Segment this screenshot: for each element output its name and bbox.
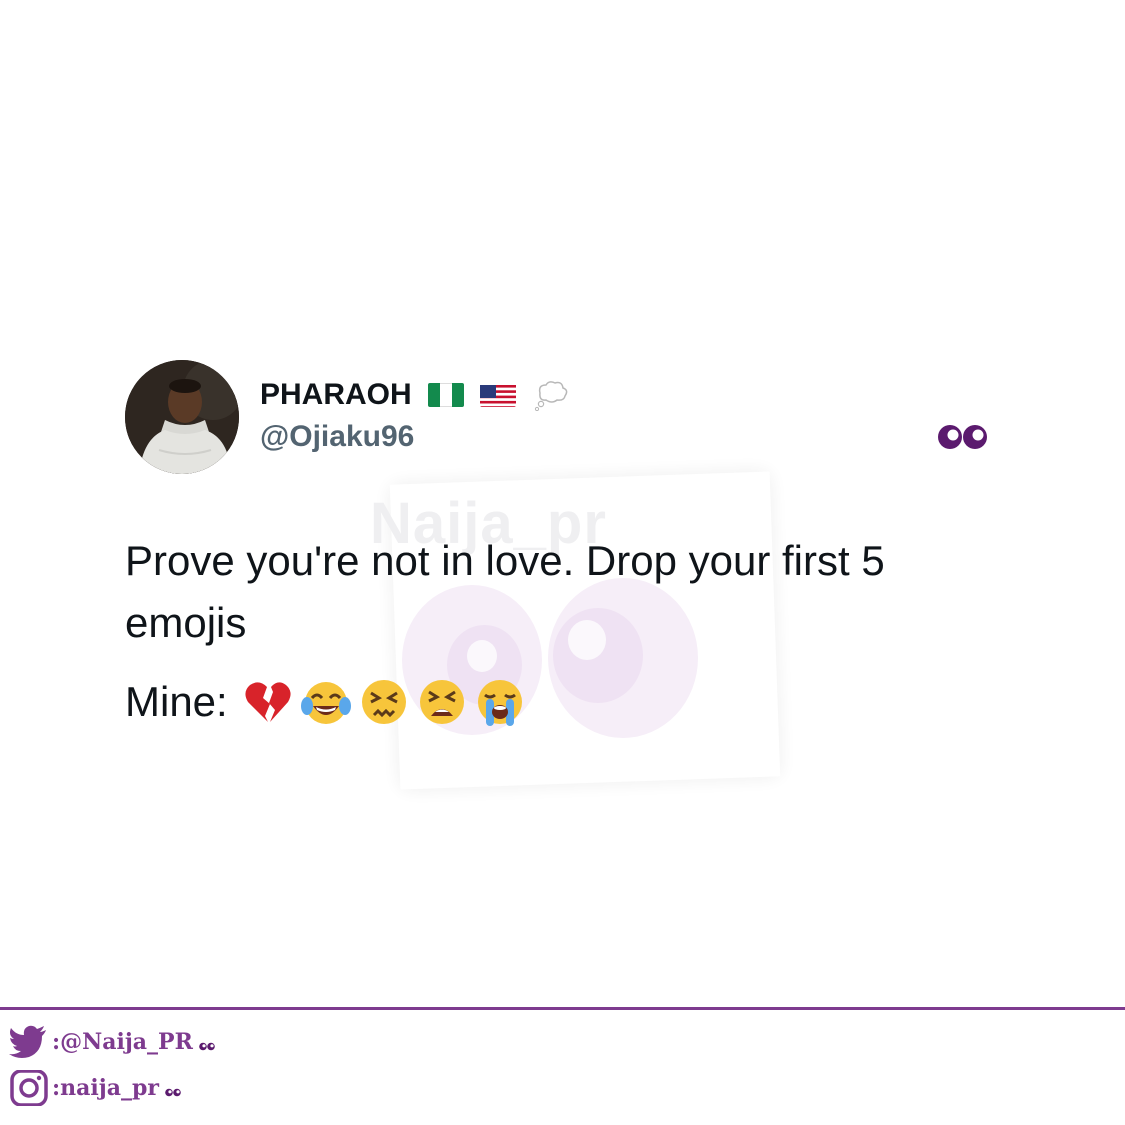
twitter-bird-icon [9, 1025, 46, 1058]
mine-label: Mine: [125, 678, 228, 725]
instagram-icon [10, 1070, 48, 1106]
footer-instagram[interactable]: :naija_pr [8, 1070, 181, 1106]
face-with-tears-of-joy-icon [300, 682, 351, 724]
eyes-icon [938, 425, 987, 449]
mine-line: Mine: [125, 676, 526, 728]
display-name[interactable]: PHARAOH [260, 378, 412, 412]
avatar[interactable] [125, 360, 239, 474]
tired-face-icon [419, 680, 464, 724]
thought-balloon-icon [532, 379, 570, 412]
broken-heart-icon [245, 682, 291, 722]
footer-divider [0, 1007, 1125, 1010]
nigeria-flag-icon [427, 383, 464, 407]
instagram-handle[interactable]: :naija_pr [52, 1075, 159, 1101]
tweet-text: Prove you're not in love. Drop your firs… [125, 537, 885, 646]
eyes-icon [165, 1088, 181, 1096]
footer-twitter[interactable]: :@Naija_PR [8, 1024, 215, 1060]
usa-flag-icon [479, 383, 516, 407]
eyes-icon [199, 1042, 215, 1050]
emoji-row [242, 676, 526, 728]
confounded-face-icon [361, 680, 406, 724]
display-name-row: PHARAOH [260, 378, 570, 412]
loudly-crying-face-icon [477, 680, 522, 726]
twitter-handle[interactable]: :@Naija_PR [52, 1029, 193, 1055]
user-handle[interactable]: @Ojiaku96 [260, 420, 414, 454]
